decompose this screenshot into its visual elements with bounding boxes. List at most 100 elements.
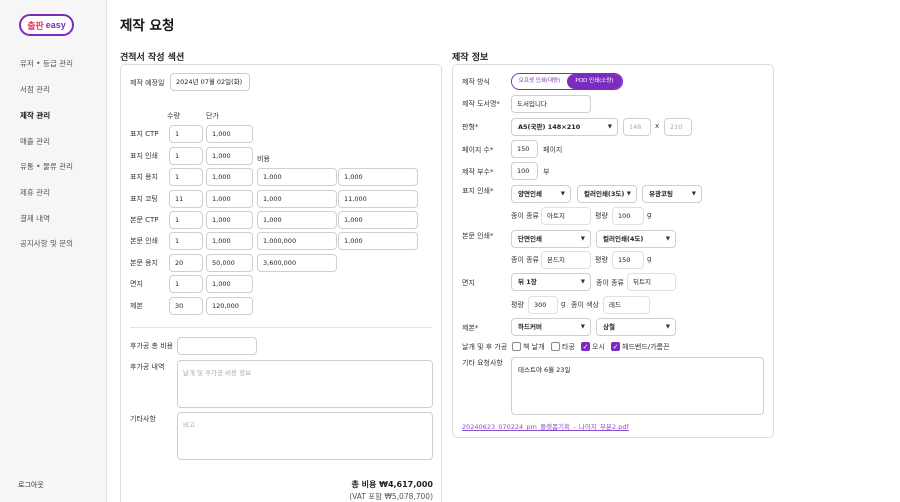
row-qty-input[interactable]: 20 <box>169 254 203 272</box>
binding-option-value: 상철 <box>603 323 615 331</box>
body-paper-input[interactable]: 본드지 <box>541 251 591 269</box>
row-cost2-input[interactable]: 1,000 <box>338 211 418 229</box>
bookname-input[interactable]: 도서입니다 <box>511 95 591 113</box>
copies-input[interactable]: 100 <box>511 162 538 180</box>
row-unit-input[interactable]: 1,000 <box>206 147 253 165</box>
row-label: 본문 CTP <box>130 216 159 224</box>
total-cost-vat: (VAT 포함 ₩5,078,700) <box>349 492 433 501</box>
row-cost-input[interactable]: 1,000 <box>257 190 337 208</box>
size-height-input[interactable]: 210 <box>664 118 692 136</box>
row-unit-input[interactable]: 1,000 <box>206 232 253 250</box>
sidebar-item-notice[interactable]: 공지사항 및 문의 <box>20 238 73 249</box>
sidebar-item-bookstores[interactable]: 서점 관리 <box>20 84 50 95</box>
row-unit-input[interactable]: 120,000 <box>206 297 253 315</box>
cover-side-value: 양면인쇄 <box>518 190 542 198</box>
post-detail-textarea[interactable]: 날개 및 후가공 비용 정보 <box>177 360 433 408</box>
date-input[interactable]: 2024년 07월 02일(화) <box>170 73 250 91</box>
sidebar-item-users[interactable]: 유저 • 등급 관리 <box>20 58 73 69</box>
size-label: 판형* <box>462 123 479 131</box>
row-cost-input[interactable]: 1,000 <box>257 211 337 229</box>
cover-color-select[interactable]: 컬러인쇄(3도) ▼ <box>577 185 637 203</box>
post-total-input[interactable] <box>177 337 257 355</box>
row-unit-input[interactable]: 1,000 <box>206 190 253 208</box>
finish-osi-checkbox[interactable]: ✓ <box>581 342 590 351</box>
post-total-label: 후가공 총 비용 <box>130 342 174 350</box>
pages-unit: 페이지 <box>543 146 563 154</box>
size-width-input[interactable]: 148 <box>623 118 651 136</box>
col-qty-header: 수량 <box>167 112 180 120</box>
sidebar-item-production[interactable]: 제작 관리 <box>20 110 50 121</box>
sidebar-item-sales[interactable]: 매출 관리 <box>20 136 50 147</box>
size-select[interactable]: A5(국판) 148×210 ▼ <box>511 118 618 136</box>
row-qty-input[interactable]: 1 <box>169 147 203 165</box>
etc-textarea[interactable]: 비고 <box>177 412 433 460</box>
body-color-select[interactable]: 컬러인쇄(4도) ▼ <box>596 230 676 248</box>
endpaper-weight-input[interactable]: 300 <box>528 296 558 314</box>
cover-coat-value: 유광코팅 <box>649 190 673 198</box>
row-label: 본문 용지 <box>130 259 158 267</box>
page-title: 제작 요청 <box>120 18 175 34</box>
sidebar-item-distribution[interactable]: 유통 • 물류 관리 <box>20 161 73 172</box>
logo[interactable]: 출판 easy <box>19 14 74 36</box>
row-unit-input[interactable]: 1,000 <box>206 211 253 229</box>
cover-side-select[interactable]: 양면인쇄 ▼ <box>511 185 571 203</box>
row-label: 표지 CTP <box>130 130 159 138</box>
logout-button[interactable]: 로그아웃 <box>18 480 44 490</box>
row-qty-input[interactable]: 1 <box>169 211 203 229</box>
cover-weight-input[interactable]: 100 <box>612 207 644 225</box>
logo-part1: 출판 <box>27 20 44 31</box>
row-label: 제본 <box>130 302 143 310</box>
endpaper-paper-label: 종이 종류 <box>596 279 624 287</box>
row-unit-input[interactable]: 1,000 <box>206 125 253 143</box>
chevron-down-icon: ▼ <box>607 124 612 130</box>
finish-wing-checkbox[interactable] <box>512 342 521 351</box>
col-unit-header: 단가 <box>206 112 219 120</box>
row-cost2-input[interactable]: 11,000 <box>338 190 418 208</box>
cover-coat-select[interactable]: 유광코팅 ▼ <box>642 185 702 203</box>
body-side-value: 단면인쇄 <box>518 235 542 243</box>
row-cost-input[interactable]: 1,000,000 <box>257 232 337 250</box>
finish-headband-checkbox[interactable]: ✓ <box>611 342 620 351</box>
body-paper-label: 종이 종류 <box>511 256 539 264</box>
finish-wing-label: 책 날개 <box>523 343 545 351</box>
finish-punch-checkbox[interactable] <box>551 342 560 351</box>
finish-headband-label: 헤드밴드/가름끈 <box>622 343 670 351</box>
row-qty-input[interactable]: 11 <box>169 190 203 208</box>
pages-input[interactable]: 150 <box>511 140 538 158</box>
row-cost2-input[interactable]: 1,000 <box>338 232 418 250</box>
cover-label: 표지 인쇄* <box>462 187 494 195</box>
endpaper-color-input[interactable]: 레드 <box>603 296 650 314</box>
row-qty-input[interactable]: 1 <box>169 232 203 250</box>
request-textarea[interactable]: 테스트야 6월 23일 <box>511 357 764 415</box>
sidebar-item-partners[interactable]: 제휴 관리 <box>20 187 50 198</box>
body-side-select[interactable]: 단면인쇄 ▼ <box>511 230 591 248</box>
row-qty-input[interactable]: 1 <box>169 168 203 186</box>
row-unit-input[interactable]: 50,000 <box>206 254 253 272</box>
row-cost2-input[interactable]: 1,000 <box>338 168 418 186</box>
row-qty-input[interactable]: 1 <box>169 275 203 293</box>
method-offset-option[interactable]: 오프셋 인쇄(대량) <box>512 74 567 89</box>
row-unit-input[interactable]: 1,000 <box>206 275 253 293</box>
cover-paper-input[interactable]: 아트지 <box>541 207 591 225</box>
cover-gram-unit: g <box>647 211 652 219</box>
attachment-link[interactable]: 20240623_070224_pm_플랫폼기획_-_나이지_부분2.pdf <box>462 421 629 431</box>
row-qty-input[interactable]: 30 <box>169 297 203 315</box>
binding-select[interactable]: 하드커버 ▼ <box>511 318 591 336</box>
row-cost-input[interactable]: 3,600,000 <box>257 254 337 272</box>
pages-label: 페이지 수* <box>462 146 494 154</box>
body-weight-input[interactable]: 150 <box>612 251 644 269</box>
post-detail-label: 후가공 내역 <box>130 363 165 371</box>
body-weight-label: 평량 <box>595 256 608 264</box>
row-cost-input[interactable]: 1,000 <box>257 168 337 186</box>
endpaper-select[interactable]: 뒤 1장 ▼ <box>511 273 591 291</box>
row-unit-input[interactable]: 1,000 <box>206 168 253 186</box>
method-pod-option[interactable]: POD 인쇄(소량) <box>567 74 622 89</box>
endpaper-paper-input[interactable]: 뒤트지 <box>627 273 676 291</box>
row-qty-input[interactable]: 1 <box>169 125 203 143</box>
sidebar-item-payments[interactable]: 결제 내역 <box>20 213 50 224</box>
size-x-label: x <box>655 122 660 130</box>
endpaper-label: 면지 <box>462 279 475 287</box>
production-section-title: 제작 정보 <box>452 53 489 63</box>
binding-option-select[interactable]: 상철 ▼ <box>596 318 676 336</box>
finish-osi-label: 오시 <box>592 343 605 351</box>
